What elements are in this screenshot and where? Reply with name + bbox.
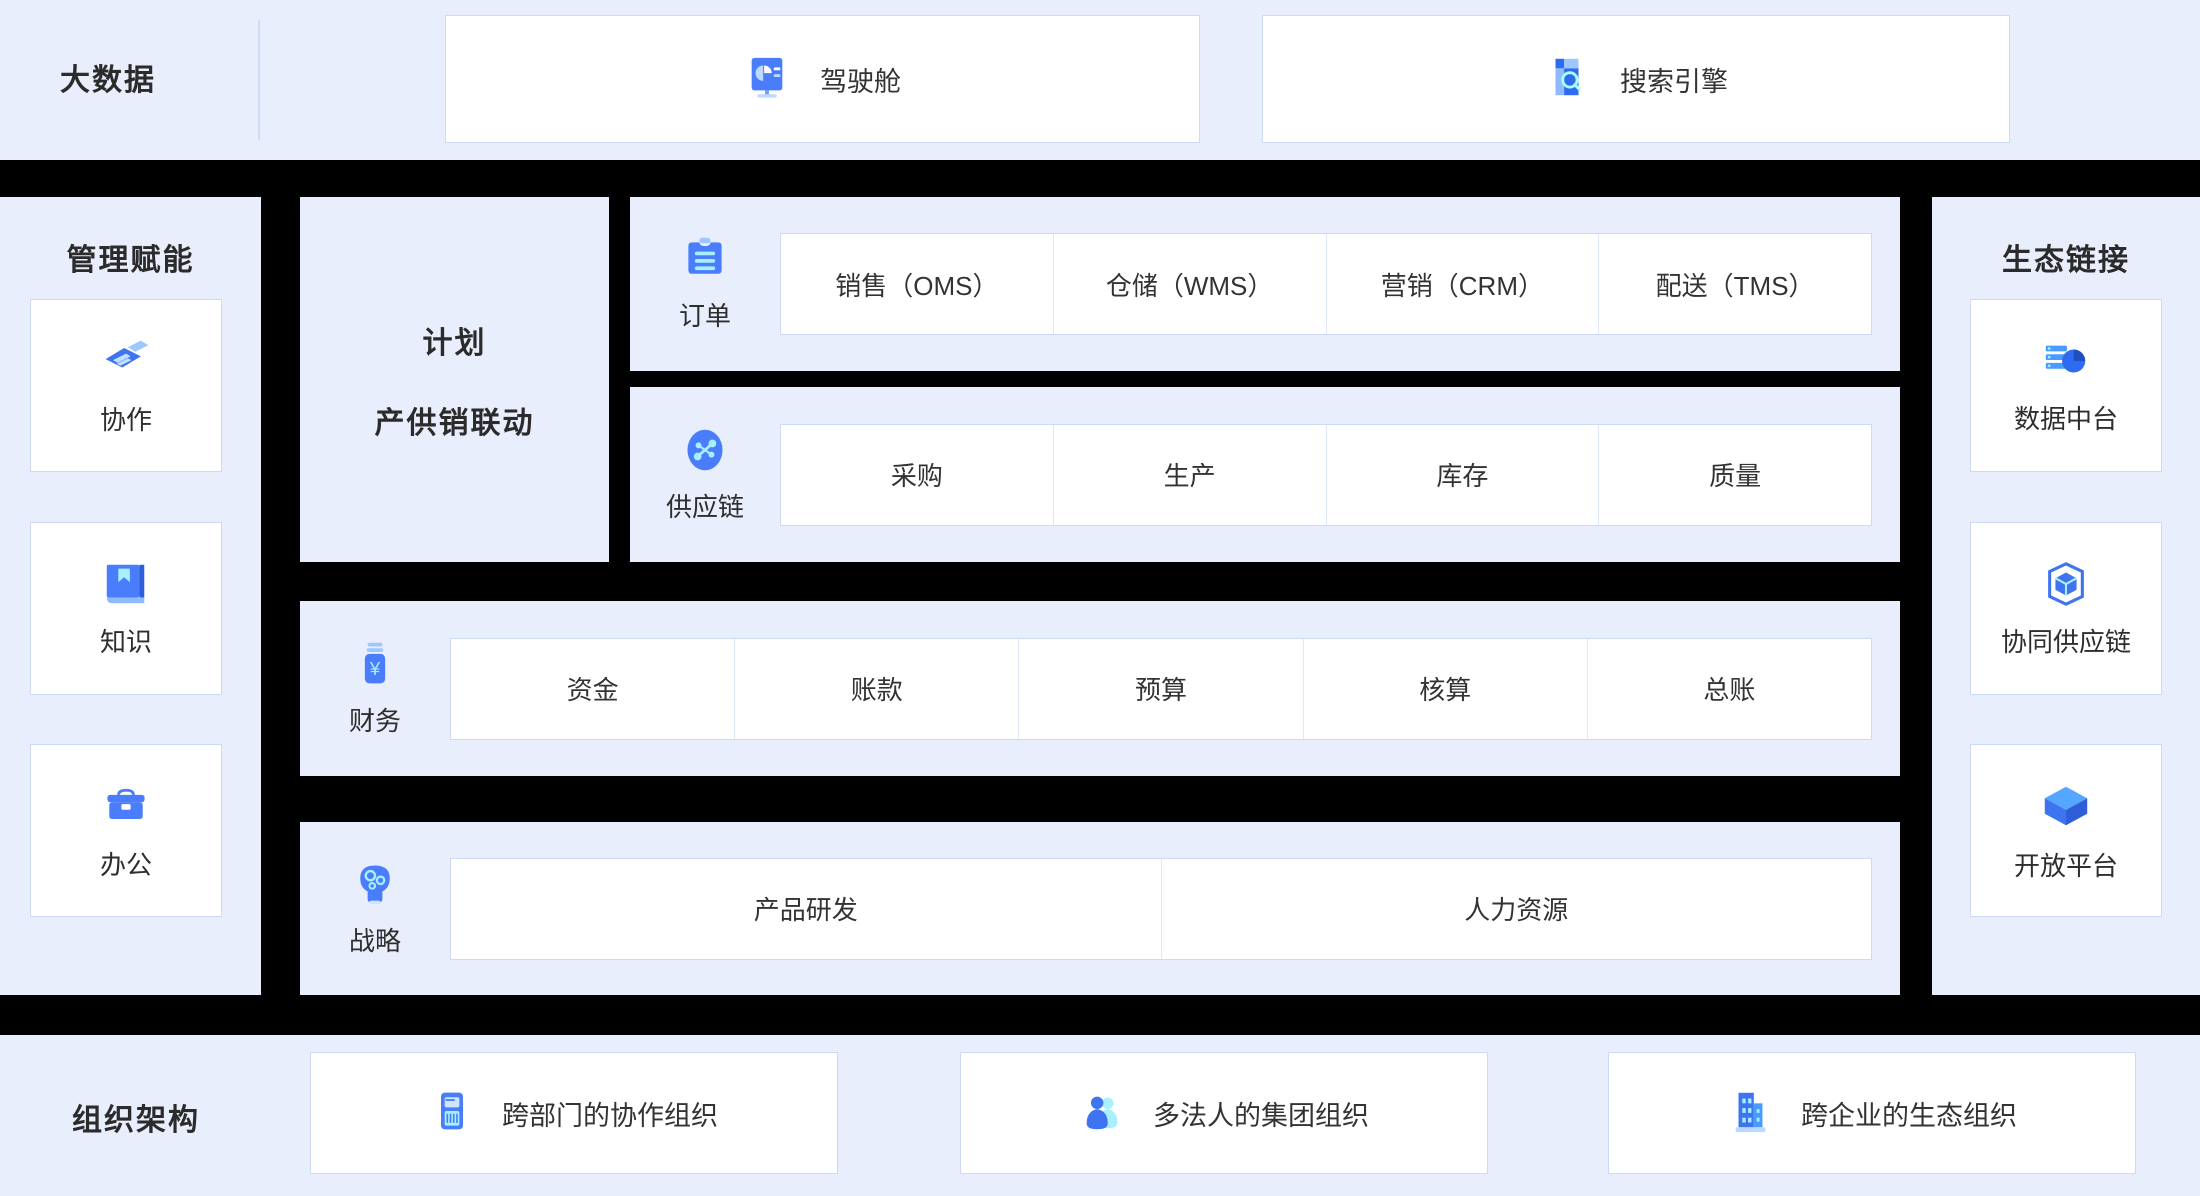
finance-cells: 资金 账款 预算 核算 总账 — [450, 638, 1872, 740]
strategy-row-icon-group: 战略 — [300, 860, 450, 958]
plan-panel[interactable]: 计划 产供销联动 — [300, 197, 609, 562]
sidebar-item-knowledge-label: 知识 — [100, 622, 152, 659]
card-cross-department-org[interactable]: 跨部门的协作组织 — [310, 1052, 838, 1174]
department-building-icon — [430, 1089, 474, 1138]
card-multi-entity-group-org[interactable]: 多法人的集团组织 — [960, 1052, 1488, 1174]
cell-warehouse-wms[interactable]: 仓储（WMS） — [1054, 234, 1327, 334]
cell-production-label: 生产 — [1164, 456, 1216, 493]
cell-general-ledger[interactable]: 总账 — [1588, 639, 1871, 739]
org-structure-band: 组织架构 跨部门的协作组织 — [0, 1035, 2200, 1196]
cell-sales-oms-label: 销售（OMS） — [835, 266, 998, 303]
cell-human-resources-label: 人力资源 — [1464, 890, 1568, 927]
strategy-row: 战略 产品研发 人力资源 — [300, 822, 1900, 995]
middle-region: 管理赋能 协作 — [0, 197, 2200, 995]
order-row-icon-group: 订单 — [630, 235, 780, 333]
management-empowerment-title: 管理赋能 — [0, 235, 261, 279]
finance-row-label: 财务 — [349, 701, 401, 738]
strategy-cells: 产品研发 人力资源 — [450, 858, 1872, 960]
sidebar-item-collaborative-supply-chain[interactable]: 协同供应链 — [1970, 522, 2162, 695]
cell-procurement[interactable]: 采购 — [781, 425, 1054, 525]
card-cockpit[interactable]: 驾驶舱 — [445, 15, 1200, 143]
cell-quality[interactable]: 质量 — [1599, 425, 1871, 525]
people-group-icon — [1079, 1088, 1125, 1139]
cell-sales-oms[interactable]: 销售（OMS） — [781, 234, 1054, 334]
cell-product-rnd[interactable]: 产品研发 — [451, 859, 1162, 959]
strategy-gears-brain-icon — [351, 860, 399, 913]
cell-budget[interactable]: 预算 — [1019, 639, 1303, 739]
collaborative-supply-chain-icon — [2041, 559, 2091, 614]
sidebar-item-knowledge[interactable]: 知识 — [30, 522, 222, 695]
cell-human-resources[interactable]: 人力资源 — [1162, 859, 1872, 959]
sidebar-item-data-platform[interactable]: 数据中台 — [1970, 299, 2162, 472]
search-engine-icon — [1544, 54, 1590, 105]
cell-budget-label: 预算 — [1135, 670, 1187, 707]
open-platform-cube-icon — [2039, 779, 2093, 838]
sidebar-item-open-platform-label: 开放平台 — [2014, 846, 2118, 883]
cell-general-ledger-label: 总账 — [1703, 670, 1755, 707]
briefcase-office-icon — [100, 780, 152, 837]
finance-yuan-icon: ¥ — [351, 640, 399, 693]
finance-row: ¥ 财务 资金 账款 预算 核算 总账 — [300, 601, 1900, 776]
supply-chain-row: 供应链 采购 生产 库存 质量 — [630, 387, 1900, 562]
cell-accounting-label: 核算 — [1419, 670, 1471, 707]
cell-accounts[interactable]: 账款 — [735, 639, 1019, 739]
sidebar-item-collaborative-supply-chain-label: 协同供应链 — [2001, 622, 2131, 659]
data-platform-icon — [2041, 336, 2091, 391]
bigdata-title: 大数据 — [60, 55, 156, 99]
cell-marketing-crm-label: 营销（CRM） — [1381, 266, 1544, 303]
knowledge-book-icon — [101, 559, 151, 614]
cell-accounting[interactable]: 核算 — [1304, 639, 1588, 739]
vertical-divider — [258, 20, 260, 140]
supply-row-icon-group: 供应链 — [630, 426, 780, 524]
order-row: 订单 销售（OMS） 仓储（WMS） 营销（CRM） 配送（TMS） — [630, 197, 1900, 371]
sidebar-item-open-platform[interactable]: 开放平台 — [1970, 744, 2162, 917]
cell-delivery-tms[interactable]: 配送（TMS） — [1599, 234, 1871, 334]
card-cockpit-label: 驾驶舱 — [820, 60, 901, 99]
ecosystem-link-title: 生态链接 — [1932, 235, 2200, 279]
cell-accounts-label: 账款 — [851, 670, 903, 707]
plan-subtitle: 产供销联动 — [375, 398, 535, 442]
card-cross-department-org-label: 跨部门的协作组织 — [502, 1094, 718, 1133]
sidebar-item-collaboration-label: 协作 — [100, 400, 152, 437]
cell-procurement-label: 采购 — [891, 456, 943, 493]
sidebar-item-office[interactable]: 办公 — [30, 744, 222, 917]
cell-production[interactable]: 生产 — [1054, 425, 1327, 525]
cell-delivery-tms-label: 配送（TMS） — [1656, 266, 1815, 303]
sidebar-item-office-label: 办公 — [100, 845, 152, 882]
cell-inventory-label: 库存 — [1436, 456, 1488, 493]
card-cross-enterprise-eco-org[interactable]: 跨企业的生态组织 — [1608, 1052, 2136, 1174]
ecosystem-link-sidebar: 生态链接 数据中台 — [1932, 197, 2200, 995]
card-multi-entity-group-org-label: 多法人的集团组织 — [1153, 1094, 1369, 1133]
enterprise-building-icon — [1727, 1088, 1773, 1139]
card-cross-enterprise-eco-org-label: 跨企业的生态组织 — [1801, 1094, 2017, 1133]
cell-funds-label: 资金 — [567, 670, 619, 707]
management-empowerment-sidebar: 管理赋能 协作 — [0, 197, 261, 995]
finance-row-icon-group: ¥ 财务 — [300, 640, 450, 738]
svg-text:¥: ¥ — [369, 658, 381, 679]
card-search-engine-label: 搜索引擎 — [1620, 60, 1728, 99]
architecture-diagram: 大数据 驾驶舱 — [0, 0, 2200, 1196]
supply-chain-node-icon — [681, 426, 729, 479]
order-cells: 销售（OMS） 仓储（WMS） 营销（CRM） 配送（TMS） — [780, 233, 1872, 335]
collaboration-icon — [100, 335, 152, 392]
cell-quality-label: 质量 — [1709, 456, 1761, 493]
bigdata-band: 大数据 驾驶舱 — [0, 0, 2200, 160]
supply-cells: 采购 生产 库存 质量 — [780, 424, 1872, 526]
plan-title: 计划 — [423, 318, 487, 362]
card-search-engine[interactable]: 搜索引擎 — [1262, 15, 2010, 143]
cell-funds[interactable]: 资金 — [451, 639, 735, 739]
cell-marketing-crm[interactable]: 营销（CRM） — [1327, 234, 1600, 334]
clipboard-order-icon — [681, 235, 729, 288]
org-structure-title: 组织架构 — [72, 1095, 200, 1139]
sidebar-item-collaboration[interactable]: 协作 — [30, 299, 222, 472]
cell-inventory[interactable]: 库存 — [1327, 425, 1600, 525]
sidebar-item-data-platform-label: 数据中台 — [2014, 399, 2118, 436]
supply-row-label: 供应链 — [666, 487, 744, 524]
cell-product-rnd-label: 产品研发 — [754, 890, 858, 927]
order-row-label: 订单 — [679, 296, 731, 333]
cell-warehouse-wms-label: 仓储（WMS） — [1106, 266, 1274, 303]
dashboard-icon — [744, 54, 790, 105]
strategy-row-label: 战略 — [349, 921, 401, 958]
